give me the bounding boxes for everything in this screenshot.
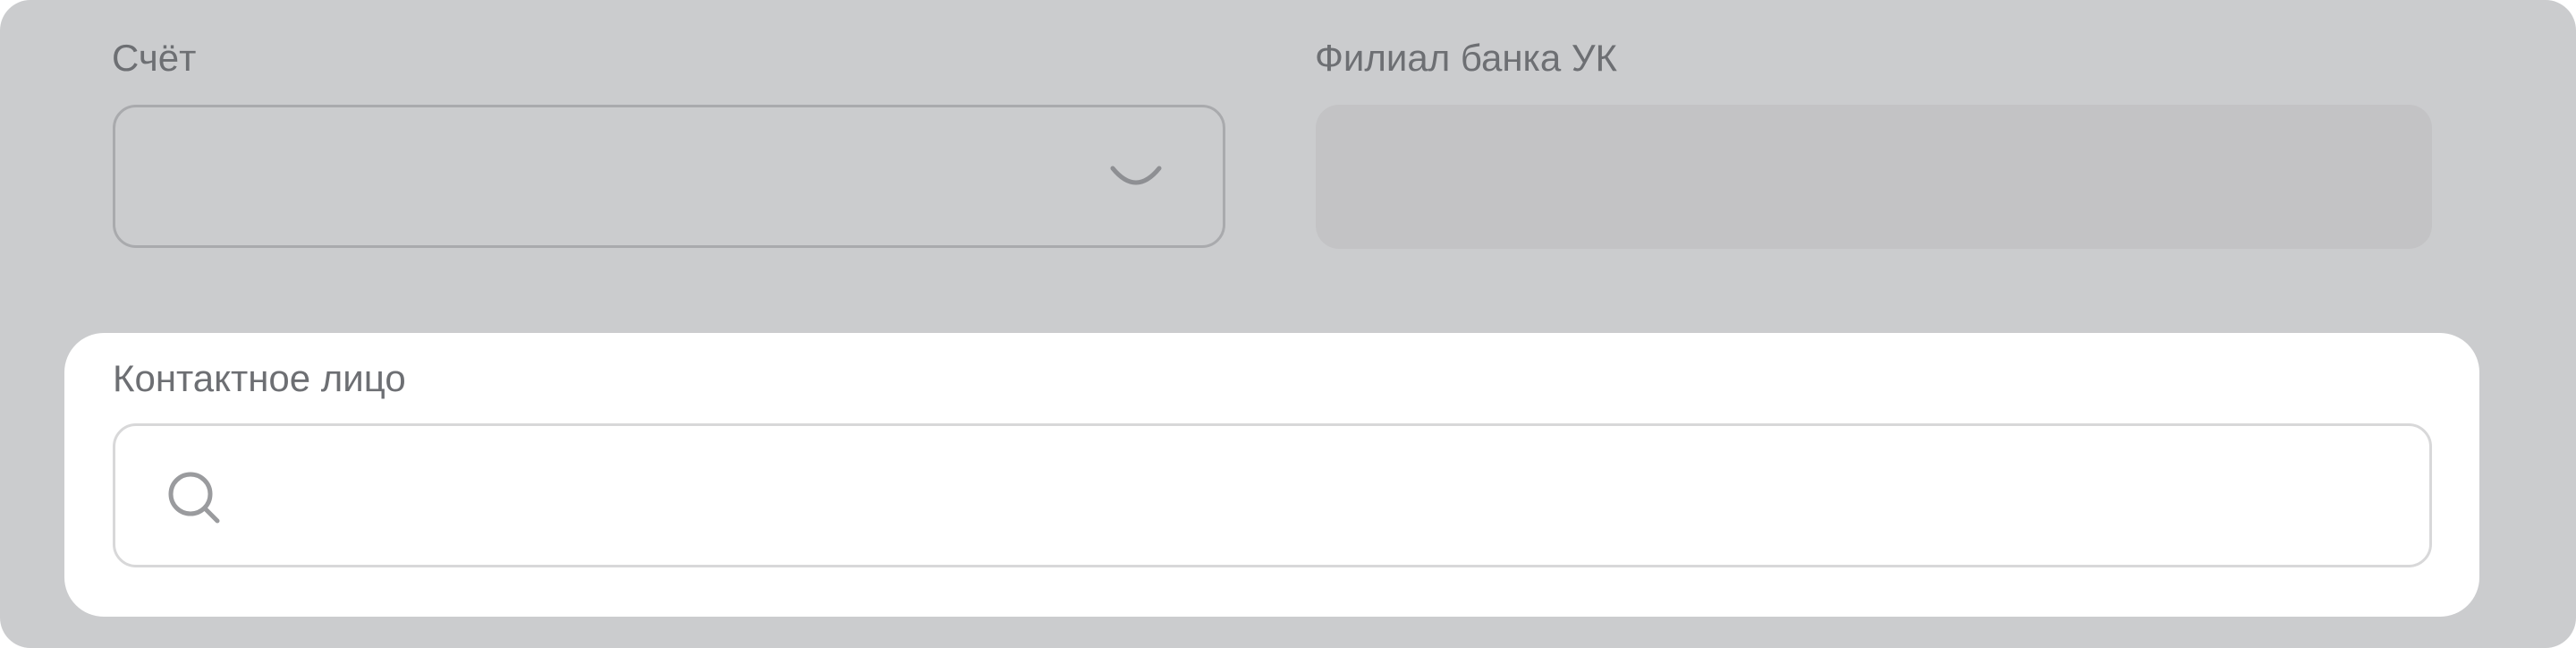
branch-label: Филиал банка УК <box>1315 37 1618 79</box>
search-icon <box>168 472 220 524</box>
contact-person-search-input[interactable] <box>250 448 2397 542</box>
chevron-down-icon[interactable] <box>1107 161 1165 193</box>
account-label: Счёт <box>112 37 197 79</box>
branch-field <box>1316 105 2432 249</box>
contact-person-label: Контактное лицо <box>113 357 406 399</box>
account-select[interactable] <box>113 105 1225 248</box>
modal-overlay: Счёт Филиал банка УК Контактное лицо <box>0 0 2576 648</box>
